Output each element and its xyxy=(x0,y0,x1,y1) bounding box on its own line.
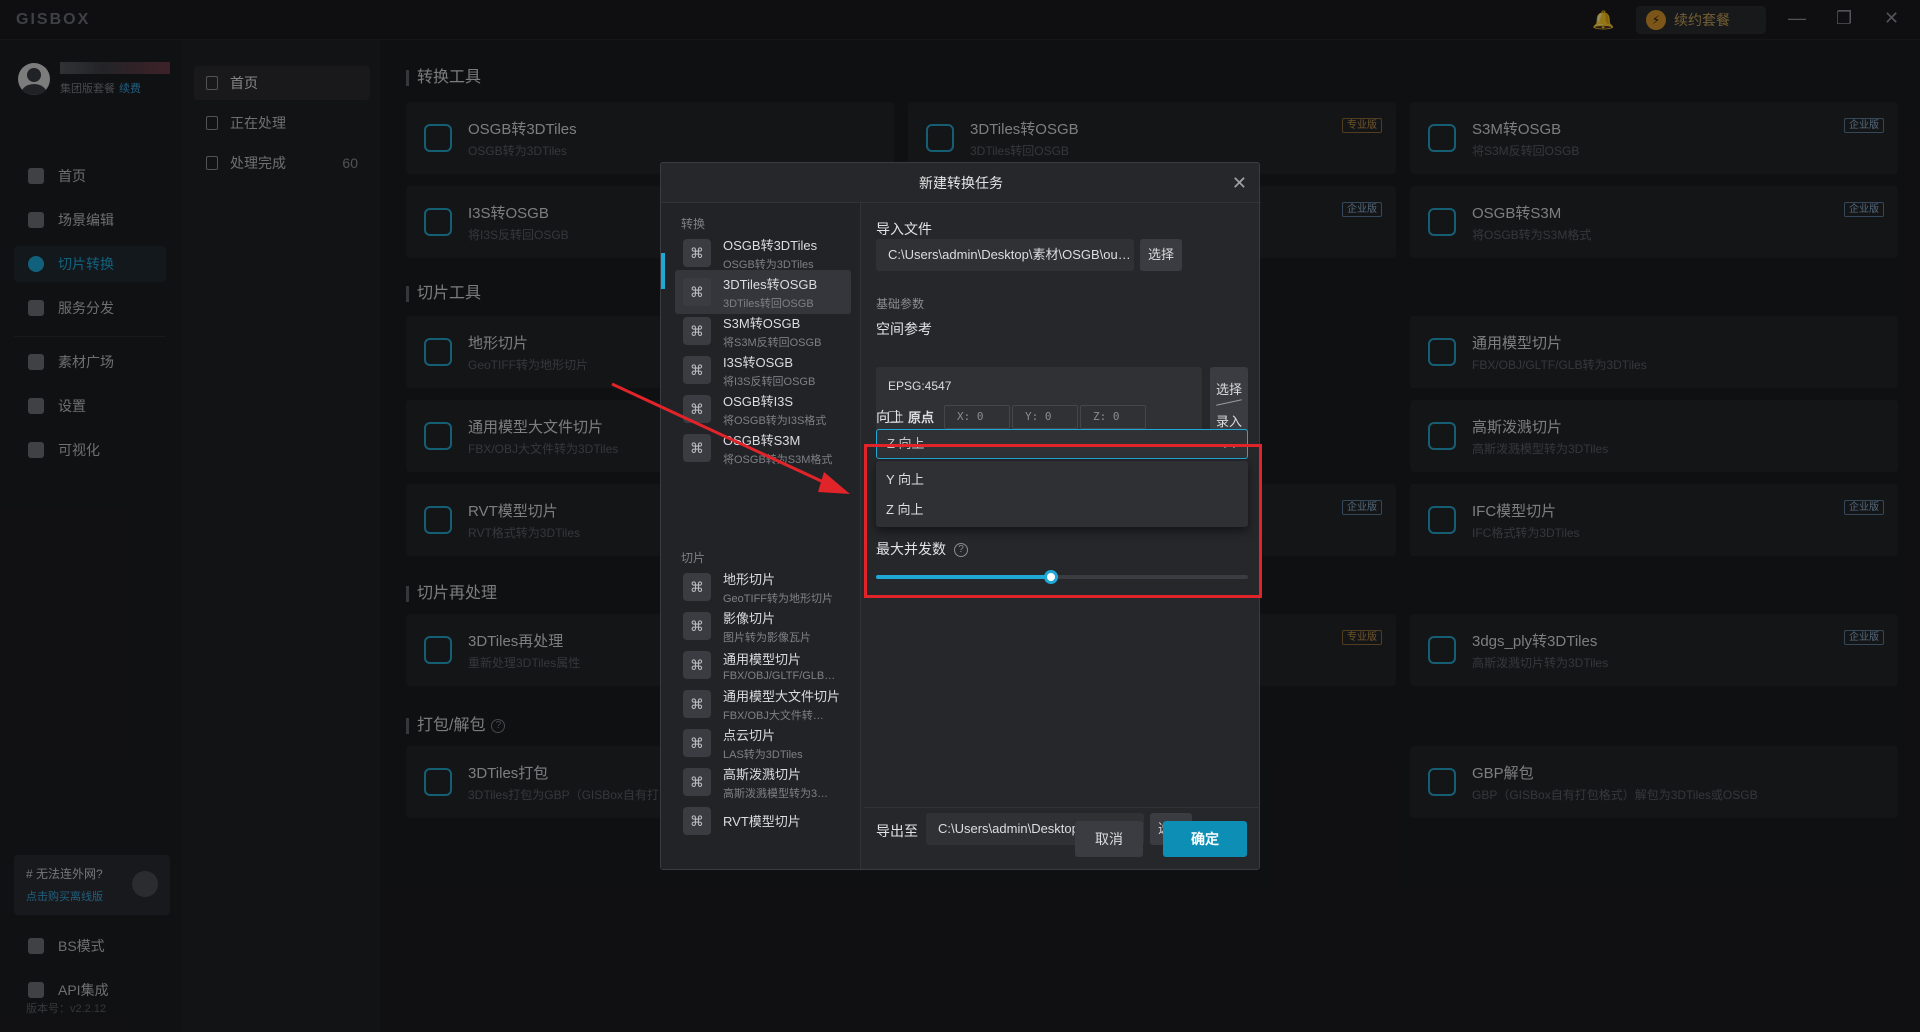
arrow-shaft xyxy=(611,382,833,488)
arrow-head xyxy=(818,472,850,494)
app-window: GISBOX 🔔 ⚡ 续约套餐 — ❐ ✕ 集团版套餐 续费 首页 场景编辑 切片… xyxy=(0,0,1920,1032)
annotation-arrow xyxy=(611,382,850,494)
